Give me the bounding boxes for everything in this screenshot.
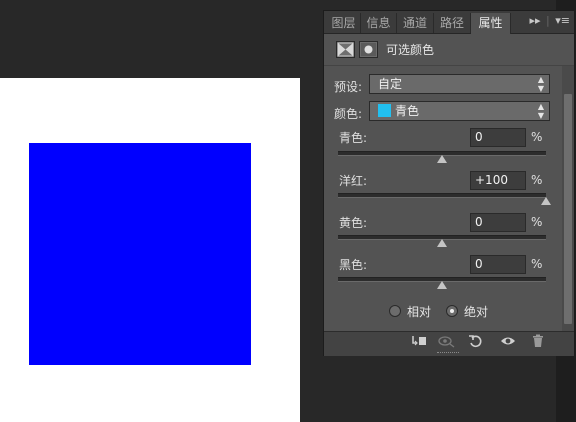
yellow-slider-thumb[interactable] [437, 239, 447, 247]
tab-properties[interactable]: 属性 [471, 13, 511, 34]
scrollbar-thumb[interactable] [564, 94, 572, 324]
absolute-radio[interactable] [446, 305, 458, 317]
panel-tab-bar: 图层 信息 通道 路径 属性 ▸▸ | ▾≡ [324, 11, 574, 34]
layer-mask-icon[interactable] [359, 41, 378, 58]
magenta-input[interactable]: +100 [470, 171, 526, 190]
select-arrows-icon: ▲ ▼ [537, 75, 544, 93]
magenta-slider-track[interactable] [338, 193, 546, 198]
trash-icon[interactable] [527, 334, 549, 354]
panel-scrollbar[interactable] [562, 66, 574, 331]
yellow-input[interactable]: 0 [470, 213, 526, 232]
absolute-label[interactable]: 绝对 [464, 303, 488, 320]
colors-label: 颜色: [334, 107, 363, 121]
preset-value: 自定 [378, 77, 403, 91]
black-input[interactable]: 0 [470, 255, 526, 274]
resize-grip[interactable] [437, 352, 459, 356]
preset-select[interactable]: 自定 ▲ ▼ [369, 74, 550, 94]
tab-paths[interactable]: 路径 [434, 13, 471, 33]
preset-label: 预设: [334, 80, 363, 94]
divider [324, 65, 574, 66]
tab-layers[interactable]: 图层 [327, 13, 361, 33]
color-swatch [378, 104, 391, 117]
adjustment-title: 可选颜色 [386, 43, 435, 57]
adjustment-layer-icon[interactable] [336, 41, 355, 58]
blue-square-layer[interactable] [29, 143, 251, 365]
tab-info[interactable]: 信息 [361, 13, 397, 33]
colors-value: 青色 [395, 104, 420, 118]
visibility-eye-icon[interactable] [497, 334, 519, 354]
colors-select[interactable]: 青色 ▲ ▼ [369, 101, 550, 121]
panel-menu-icon[interactable]: ▾≡ [555, 14, 570, 27]
select-arrows-icon: ▲ ▼ [537, 102, 544, 120]
yellow-label: 黄色: [339, 216, 368, 230]
fast-forward-icon[interactable]: ▸▸ [529, 14, 540, 27]
cyan-label: 青色: [339, 131, 368, 145]
relative-label[interactable]: 相对 [407, 303, 431, 320]
tab-channels[interactable]: 通道 [397, 13, 434, 33]
magenta-percent: % [531, 173, 543, 187]
magenta-label: 洋红: [339, 174, 368, 188]
black-label: 黑色: [339, 258, 368, 272]
tab-menu-group: ▸▸ | ▾≡ [529, 14, 570, 27]
reset-icon[interactable] [465, 334, 487, 354]
magenta-slider-thumb[interactable] [541, 197, 551, 205]
black-percent: % [531, 257, 543, 271]
properties-panel: 图层 信息 通道 路径 属性 ▸▸ | ▾≡ 可选颜色 预设: 自定 ▲ ▼ 颜… [323, 10, 575, 356]
black-slider-thumb[interactable] [437, 281, 447, 289]
view-previous-icon[interactable] [436, 334, 458, 354]
adjustment-header: 可选颜色 [324, 34, 574, 64]
cyan-input[interactable]: 0 [470, 128, 526, 147]
relative-radio[interactable] [389, 305, 401, 317]
clip-to-layer-icon[interactable] [408, 334, 430, 354]
yellow-percent: % [531, 215, 543, 229]
cyan-percent: % [531, 130, 543, 144]
cyan-slider-thumb[interactable] [437, 155, 447, 163]
